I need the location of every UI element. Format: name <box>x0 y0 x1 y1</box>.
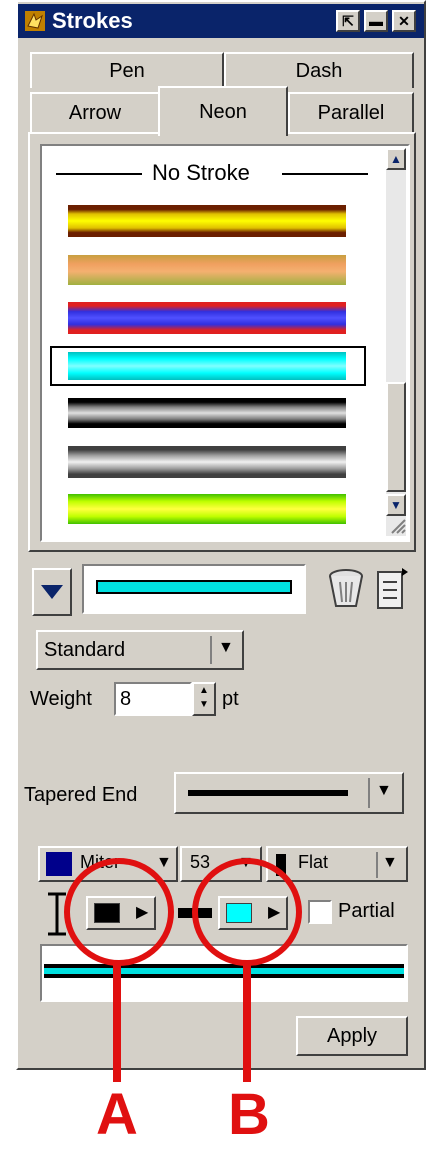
cap-value: Flat <box>298 852 329 872</box>
tab-neon[interactable]: Neon <box>158 86 288 136</box>
stroke-item[interactable] <box>68 494 346 524</box>
tab-pen[interactable]: Pen <box>30 52 224 88</box>
result-preview-line <box>44 964 404 978</box>
miter-value: 53 <box>190 852 211 872</box>
tab-neon-label: Neon <box>199 100 247 123</box>
close-icon[interactable]: ✕ <box>392 10 416 32</box>
select-divider <box>210 636 212 664</box>
callout-label-a: A <box>96 1082 138 1147</box>
no-stroke-line-left <box>56 173 142 175</box>
callout-circle-a <box>64 858 174 966</box>
stroke-item[interactable] <box>68 446 346 478</box>
stroke-category-dropdown[interactable] <box>32 568 72 616</box>
partial-checkbox[interactable] <box>308 900 332 924</box>
tab-dash[interactable]: Dash <box>224 52 414 88</box>
scroll-down-button[interactable]: ▼ <box>386 494 406 516</box>
select-divider <box>376 852 378 878</box>
resize-grip-icon[interactable] <box>388 516 406 534</box>
triangle-down-icon <box>41 585 63 599</box>
select-divider <box>368 778 370 808</box>
chevron-down-icon: ▼ <box>382 854 398 871</box>
tab-parallel-label: Parallel <box>317 101 385 124</box>
callout-line-a <box>113 964 121 1082</box>
pin-icon[interactable]: ⇱ <box>336 10 360 32</box>
stroke-item[interactable] <box>68 205 346 237</box>
weight-input[interactable]: 8 <box>114 682 192 716</box>
tab-pen-label: Pen <box>109 59 145 82</box>
scroll-thumb[interactable] <box>386 382 406 492</box>
partial-label: Partial <box>338 900 395 922</box>
chevron-down-icon: ▼ <box>376 782 392 799</box>
stroke-preview <box>82 564 306 614</box>
minimize-icon[interactable]: ▬ <box>364 10 388 32</box>
miter-join-icon <box>46 852 72 876</box>
stroke-type-value: Standard <box>44 639 126 661</box>
tapered-end-label: Tapered End <box>24 784 138 806</box>
callout-circle-b <box>192 858 302 966</box>
tab-arrow-label: Arrow <box>68 101 122 124</box>
stroke-type-select[interactable]: Standard ▼ <box>36 630 244 670</box>
apply-label: Apply <box>326 1024 378 1047</box>
trash-icon[interactable] <box>324 566 368 610</box>
tab-arrow[interactable]: Arrow <box>30 92 160 132</box>
apply-button[interactable]: Apply <box>296 1016 408 1056</box>
window-title: Strokes <box>52 8 133 33</box>
stroke-item <box>68 352 346 380</box>
stroke-list[interactable] <box>40 144 410 542</box>
weight-value: 8 <box>120 688 132 710</box>
no-stroke-line-right <box>282 173 368 175</box>
weight-unit: pt <box>222 688 239 710</box>
tapered-end-preview <box>188 790 348 796</box>
stroke-item[interactable] <box>68 255 346 285</box>
no-stroke-item[interactable]: No Stroke <box>56 160 368 188</box>
weight-label: Weight <box>30 688 92 710</box>
stroke-item[interactable] <box>68 302 346 334</box>
weight-spinner[interactable]: ▲ ▼ <box>192 682 216 716</box>
stroke-item[interactable] <box>68 398 346 428</box>
tapered-end-select[interactable]: ▼ <box>174 772 404 814</box>
strokes-app-icon <box>24 10 46 32</box>
tab-parallel[interactable]: Parallel <box>288 92 414 132</box>
tab-dash-label: Dash <box>295 59 343 82</box>
chevron-down-icon: ▼ <box>218 639 234 656</box>
stroke-preview-line <box>96 580 292 594</box>
no-stroke-label: No Stroke <box>152 160 250 185</box>
callout-label-b: B <box>228 1082 270 1147</box>
new-stroke-icon[interactable] <box>374 566 410 612</box>
callout-line-b <box>243 964 251 1082</box>
chevron-down-icon: ▼ <box>156 854 172 871</box>
scroll-up-button[interactable]: ▲ <box>386 148 406 170</box>
